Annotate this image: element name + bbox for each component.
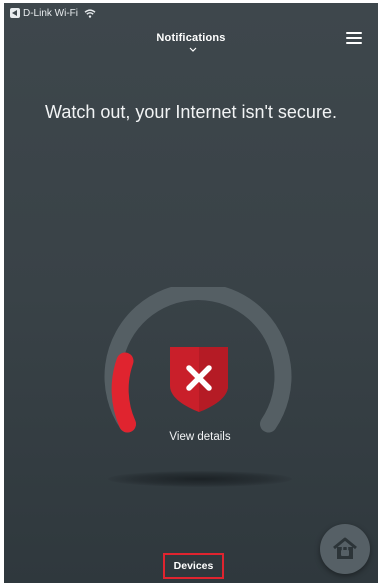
home-lock-button[interactable] <box>320 524 370 574</box>
chevron-down-icon[interactable] <box>188 47 198 53</box>
wifi-icon <box>84 8 96 18</box>
home-lock-icon <box>333 537 357 559</box>
app-screen: D-Link Wi-Fi Notifications Watch out, yo… <box>4 3 378 583</box>
back-to-app-icon[interactable] <box>10 8 20 18</box>
security-headline: Watch out, your Internet isn't secure. <box>45 102 337 122</box>
view-details-link[interactable]: View details <box>146 431 254 443</box>
gauge-red-arc <box>111 352 136 433</box>
status-bar: D-Link Wi-Fi <box>10 6 96 20</box>
gauge-shadow <box>108 471 292 487</box>
page-title[interactable]: Notifications <box>4 32 378 44</box>
hamburger-menu-icon[interactable] <box>346 32 362 44</box>
network-name: D-Link Wi-Fi <box>23 7 78 19</box>
devices-label: Devices <box>173 560 214 572</box>
devices-button[interactable]: Devices <box>163 553 224 579</box>
shield-x-icon <box>170 347 228 412</box>
